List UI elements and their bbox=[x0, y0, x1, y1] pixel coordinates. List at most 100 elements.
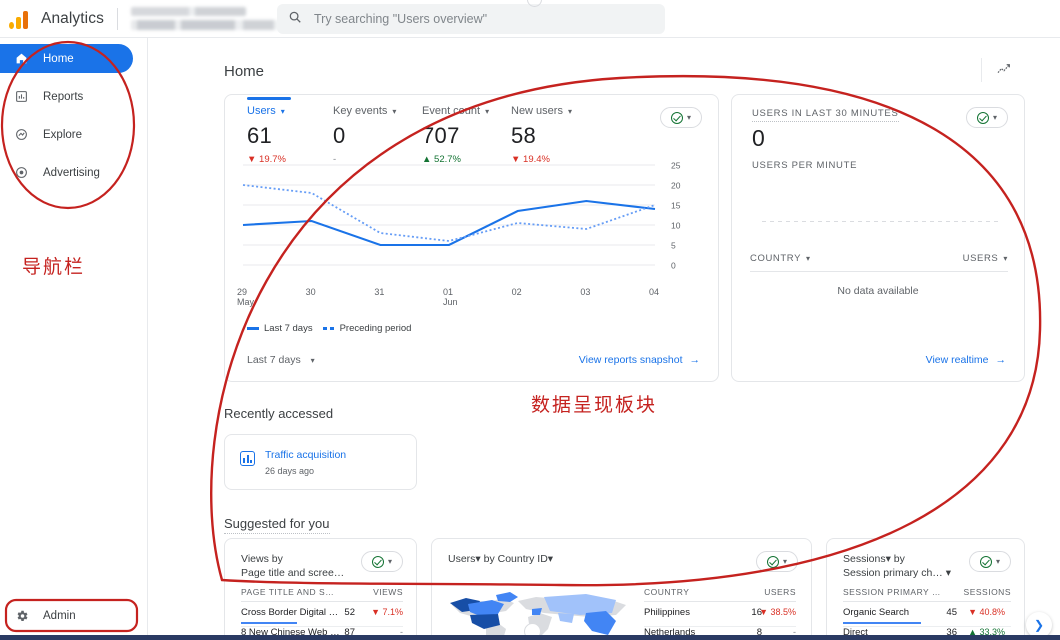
recently-accessed-item[interactable]: Traffic acquisition 26 days ago bbox=[224, 434, 417, 490]
top-bar: Analytics ▾ bbox=[0, 0, 1060, 38]
sidebar-item-advertising[interactable]: Advertising bbox=[0, 158, 133, 187]
divider bbox=[750, 271, 1008, 272]
metric-value: 707 bbox=[422, 123, 511, 149]
column-header-users[interactable]: USERS ▾ bbox=[963, 253, 1008, 264]
table-row[interactable]: Organic Search 45 ▼ 40.8% bbox=[843, 607, 1011, 627]
insights-sparkline-icon[interactable] bbox=[996, 62, 1012, 83]
empty-state-text: No data available bbox=[732, 285, 1024, 297]
card-title-line1[interactable]: Sessions▾ by bbox=[843, 552, 951, 566]
sidebar-item-home[interactable]: Home bbox=[0, 44, 133, 73]
svg-text:5: 5 bbox=[671, 241, 676, 251]
divider bbox=[981, 58, 982, 82]
row-delta: ▼ 40.8% bbox=[951, 607, 1005, 617]
chevron-down-icon[interactable]: ▾ bbox=[568, 107, 572, 116]
recently-accessed-title: Recently accessed bbox=[224, 406, 333, 421]
metric-users[interactable]: Users ▾ 61 ▼ 19.7% bbox=[247, 105, 333, 165]
search-input[interactable] bbox=[314, 12, 634, 26]
check-circle-icon bbox=[980, 556, 992, 568]
metric-label: Users bbox=[247, 105, 276, 117]
bottom-scrollbar[interactable] bbox=[0, 635, 1060, 640]
sidebar-item-admin[interactable]: Admin bbox=[0, 601, 134, 630]
card-title-line2[interactable]: Page title and scree… bbox=[241, 566, 344, 580]
chevron-down-icon[interactable]: ▾ bbox=[687, 113, 691, 122]
table-row[interactable]: Cross Border Digital … 52 ▼ 7.1% bbox=[241, 607, 403, 627]
sidebar-item-label: Home bbox=[43, 53, 74, 65]
chevron-down-icon[interactable]: ▾ bbox=[281, 107, 285, 116]
chevron-down-icon[interactable]: ▾ bbox=[1003, 254, 1008, 263]
chart-x-axis-labels: 29May303101Jun020304 bbox=[235, 287, 710, 313]
chevron-down-icon[interactable]: ▾ bbox=[806, 254, 811, 263]
card-title[interactable]: Views by Page title and scree… bbox=[241, 552, 344, 580]
view-realtime-link[interactable]: View realtime → bbox=[926, 354, 1006, 366]
metric-label: Event count bbox=[422, 105, 480, 117]
legend-label: Preceding period bbox=[340, 323, 412, 334]
property-name-redacted bbox=[131, 20, 283, 30]
card-title[interactable]: Users▾ by Country ID▾ bbox=[448, 552, 553, 566]
legend-swatch-dashed bbox=[323, 327, 335, 330]
sidebar-item-reports[interactable]: Reports bbox=[0, 82, 133, 111]
chevron-down-icon[interactable]: ▾ bbox=[388, 557, 392, 566]
metric-event-count[interactable]: Event count ▾ 707 ▲ 52.7% bbox=[422, 105, 511, 165]
report-icon bbox=[240, 451, 255, 466]
column-header-country[interactable]: COUNTRY ▾ bbox=[750, 253, 811, 264]
divider bbox=[644, 601, 796, 602]
svg-text:20: 20 bbox=[671, 181, 681, 191]
users-overview-card: Users ▾ 61 ▼ 19.7% Key events ▾ 0 - bbox=[224, 94, 719, 382]
x-axis-tick: 02 bbox=[512, 287, 522, 297]
sidebar-nav: Home Reports Explore bbox=[0, 38, 148, 640]
sidebar-item-label: Admin bbox=[43, 610, 76, 622]
realtime-value: 0 bbox=[752, 125, 765, 152]
x-axis-tick: 01Jun bbox=[443, 287, 458, 307]
annotation-label-nav: 导航栏 bbox=[22, 252, 85, 279]
column-header-metric: VIEWS bbox=[373, 587, 403, 597]
card-status-badge-button[interactable]: ▾ bbox=[966, 107, 1008, 128]
realtime-title: USERS IN LAST 30 MINUTES bbox=[752, 108, 899, 122]
check-circle-icon bbox=[372, 556, 384, 568]
sidebar-item-explore[interactable]: Explore bbox=[0, 120, 133, 149]
arrow-right-icon: → bbox=[996, 354, 1007, 366]
chevron-down-icon[interactable]: ▾ bbox=[996, 557, 1000, 566]
metric-key-events[interactable]: Key events ▾ 0 - bbox=[333, 105, 422, 165]
card-status-badge-button[interactable]: ▾ bbox=[969, 551, 1011, 572]
sidebar-item-label: Reports bbox=[43, 91, 83, 103]
suggested-card-sessions-by-channel: Sessions▾ by Session primary ch… ▾ ▾ SES… bbox=[826, 538, 1025, 640]
chevron-down-icon[interactable]: ▾ bbox=[485, 107, 489, 116]
chevron-down-icon[interactable]: ▾ bbox=[311, 356, 315, 365]
card-status-badge-button[interactable]: ▾ bbox=[660, 107, 702, 128]
chevron-down-icon[interactable]: ▾ bbox=[783, 557, 787, 566]
row-label: Cross Border Digital … bbox=[241, 607, 338, 618]
active-metric-indicator bbox=[247, 97, 291, 100]
table-header: SESSION PRIMARY … SESSIONS bbox=[843, 587, 1011, 597]
table-header: PAGE TITLE AND S… VIEWS bbox=[241, 587, 403, 597]
users-per-minute-label: USERS PER MINUTE bbox=[752, 160, 857, 171]
metric-new-users[interactable]: New users ▾ 58 ▼ 19.4% bbox=[511, 105, 601, 165]
sidebar-item-label: Advertising bbox=[43, 167, 100, 179]
recent-item-time: 26 days ago bbox=[265, 466, 314, 476]
metric-value: 58 bbox=[511, 123, 601, 149]
check-circle-icon bbox=[671, 112, 683, 124]
bar-chart-icon bbox=[13, 90, 30, 103]
row-bar bbox=[843, 622, 921, 624]
table-row[interactable]: Philippines 16 ▼ 38.5% bbox=[644, 607, 796, 627]
check-circle-icon bbox=[767, 556, 779, 568]
card-status-badge-button[interactable]: ▾ bbox=[756, 551, 798, 572]
card-status-badge-button[interactable]: ▾ bbox=[361, 551, 403, 572]
brand-title: Analytics bbox=[41, 10, 104, 28]
account-property-selector[interactable] bbox=[131, 7, 283, 30]
date-range-selector[interactable]: Last 7 days ▾ bbox=[247, 354, 315, 366]
chevron-down-icon[interactable]: ▾ bbox=[993, 113, 997, 122]
card-title[interactable]: Sessions▾ by Session primary ch… ▾ bbox=[843, 552, 951, 580]
legend-item-previous: Preceding period bbox=[323, 323, 412, 334]
card-title-line1[interactable]: Users▾ by Country ID▾ bbox=[448, 552, 553, 566]
chevron-down-icon[interactable]: ▾ bbox=[392, 107, 396, 116]
recent-item-name[interactable]: Traffic acquisition bbox=[265, 449, 346, 461]
explore-icon bbox=[13, 128, 30, 141]
search-bar[interactable] bbox=[277, 4, 665, 34]
metric-label: Key events bbox=[333, 105, 387, 117]
card-title-line2[interactable]: Session primary ch… ▾ bbox=[843, 566, 951, 580]
divider bbox=[117, 8, 118, 30]
users-line-chart: 0510152025 bbox=[235, 157, 710, 285]
view-reports-snapshot-link[interactable]: View reports snapshot → bbox=[579, 354, 700, 366]
chevron-right-icon: ❯ bbox=[1034, 618, 1044, 632]
link-label: View realtime bbox=[926, 354, 989, 366]
